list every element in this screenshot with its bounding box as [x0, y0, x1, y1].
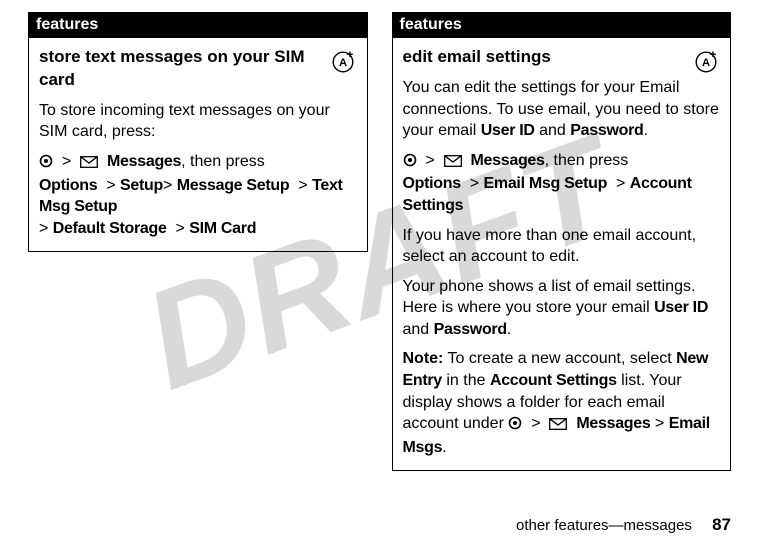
right-feature-title: edit email settings [403, 46, 721, 69]
message-setup-label: Message Setup [177, 177, 290, 194]
right-p1: You can edit the settings for your Email… [403, 77, 721, 142]
messages-label: Messages [576, 415, 650, 432]
envelope-icon [80, 153, 98, 175]
svg-text:A: A [338, 57, 346, 69]
right-features-header: features [392, 12, 732, 38]
default-storage-label: Default Storage [53, 220, 167, 237]
right-nav-path: > Messages, then press Options > Email M… [403, 150, 721, 217]
right-feature-box: A edit email settings You can edit the s… [392, 38, 732, 471]
p3-text-a: Your phone shows a list of email setting… [403, 278, 696, 317]
envelope-icon [444, 152, 462, 174]
note-text-a: To create a new account, select [443, 350, 676, 367]
p3-text-c: . [507, 321, 511, 338]
p3-text-b: and [403, 321, 434, 338]
sim-card-label: SIM Card [189, 220, 256, 237]
page-number: 87 [712, 515, 731, 534]
setup-label: Setup [120, 177, 163, 194]
password-label: Password [434, 321, 507, 338]
right-note: Note: To create a new account, select Ne… [403, 348, 721, 458]
userid-label: User ID [654, 299, 708, 316]
note-label: Note: [403, 350, 444, 367]
userid-label: User ID [481, 122, 535, 139]
envelope-icon [549, 415, 567, 437]
messages-label: Messages [107, 153, 181, 170]
left-feature-box: A store text messages on your SIM card T… [28, 38, 368, 252]
center-key-icon [508, 415, 522, 437]
right-p2: If you have more than one email account,… [403, 225, 721, 268]
p1-text-c: . [643, 122, 647, 139]
p1-text-b: and [535, 122, 571, 139]
left-features-header: features [28, 12, 368, 38]
options-label: Options [403, 175, 461, 192]
center-key-icon [39, 153, 53, 175]
then-press-text: , then press [181, 153, 265, 170]
right-p3: Your phone shows a list of email setting… [403, 276, 721, 341]
center-key-icon [403, 152, 417, 174]
footer-section: other features—messages [516, 517, 692, 534]
page-footer: other features—messages 87 [516, 515, 731, 535]
options-label: Options [39, 177, 97, 194]
left-feature-title: store text messages on your SIM card [39, 46, 357, 92]
note-text-b: in the [442, 372, 490, 389]
note-text-e: . [442, 439, 446, 456]
accessibility-icon: A [329, 48, 357, 83]
page-content: features A store text messages on your S… [0, 0, 759, 471]
email-msg-setup-label: Email Msg Setup [484, 175, 608, 192]
accessibility-icon: A [692, 48, 720, 83]
svg-text:A: A [702, 57, 710, 69]
password-label: Password [570, 122, 643, 139]
right-column: features A edit email settings You can e… [392, 12, 732, 471]
left-column: features A store text messages on your S… [28, 12, 368, 471]
left-nav-path: > Messages, then press Options > Setup> … [39, 151, 357, 239]
messages-label: Messages [471, 152, 545, 169]
then-press-text: , then press [545, 152, 629, 169]
note-text-d: > [650, 415, 668, 432]
left-intro-text: To store incoming text messages on your … [39, 100, 357, 143]
account-settings-label: Account Settings [490, 372, 617, 389]
